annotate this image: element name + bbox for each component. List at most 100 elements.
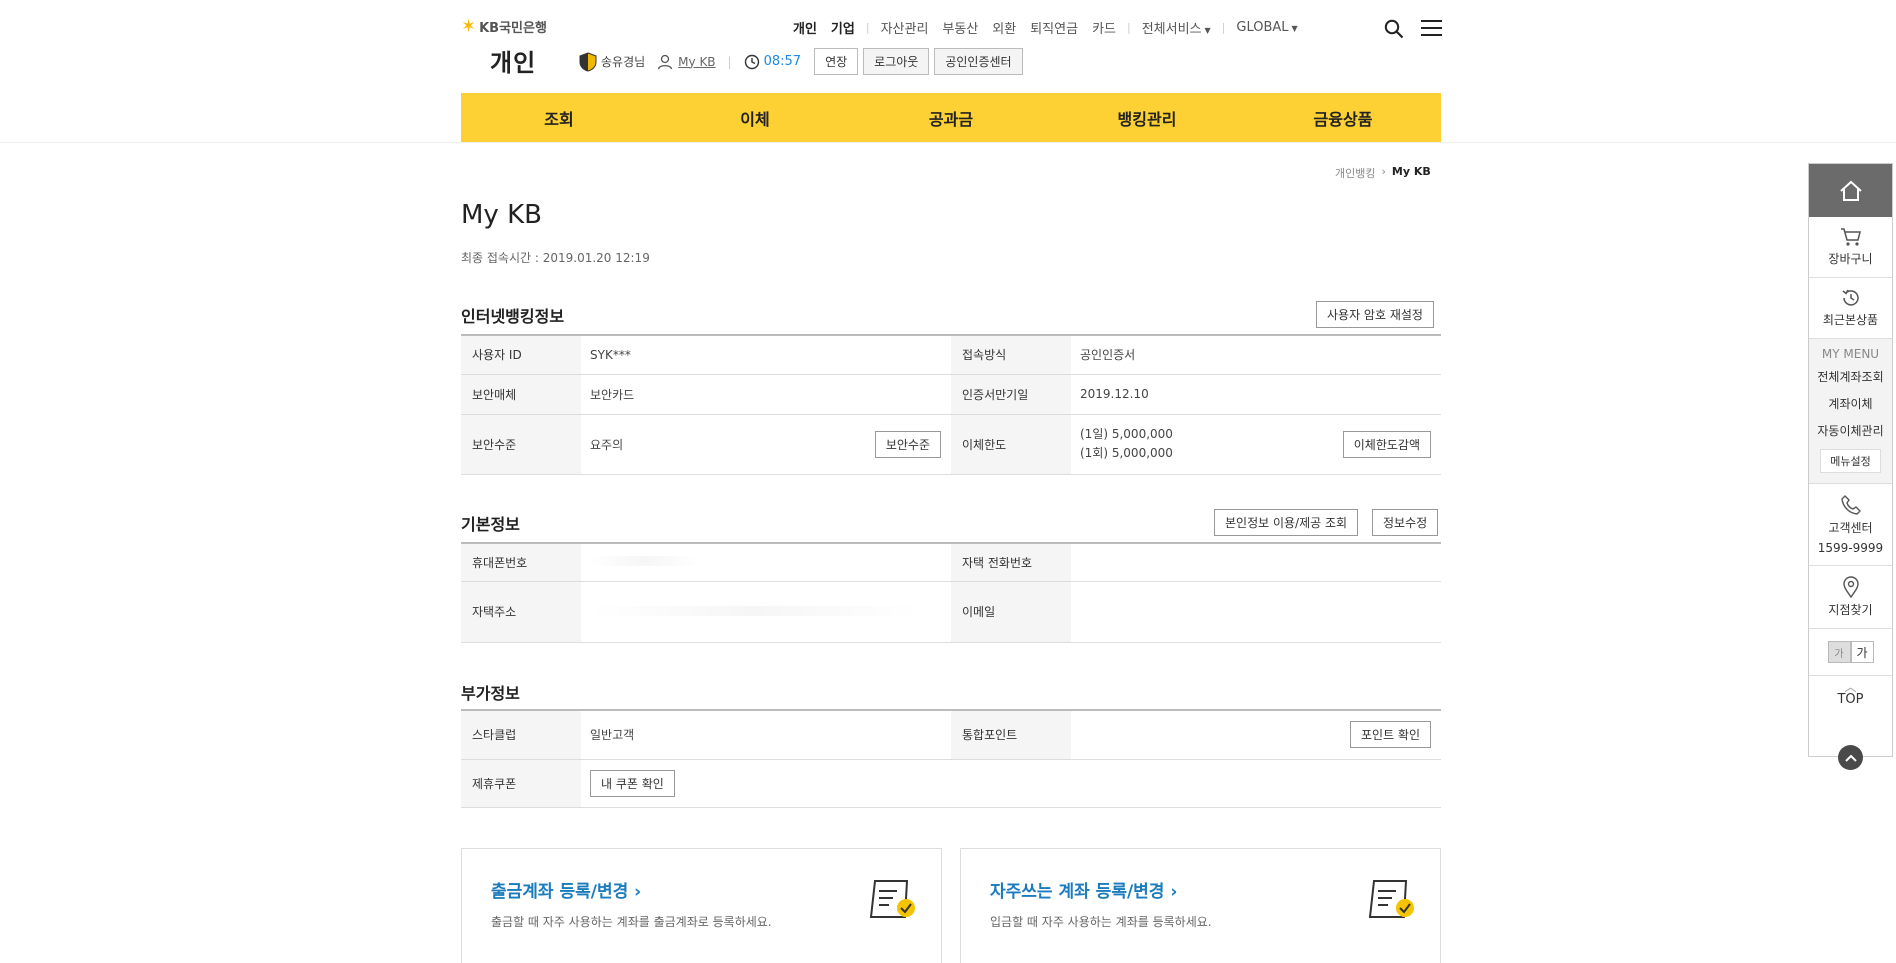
starclub-value: 일반고객 xyxy=(581,710,951,760)
withdraw-account-card[interactable]: 출금계좌 등록/변경 › 출금할 때 자주 사용하는 계좌를 출금계좌로 등록하… xyxy=(461,848,942,963)
mainnav-inquiry[interactable]: 조회 xyxy=(461,106,657,130)
cert-expiry-label: 인증서만기일 xyxy=(951,374,1071,415)
security-level-button[interactable]: 보안수준 xyxy=(874,430,941,458)
points-label: 통합포인트 xyxy=(951,710,1071,760)
session-timer: 08:57 xyxy=(763,54,802,69)
mainnav-banking-mgmt[interactable]: 뱅킹관리 xyxy=(1049,106,1245,130)
cert-expiry-value: 2019.12.10 xyxy=(1071,374,1441,415)
page-title: My KB xyxy=(461,200,542,230)
table-row: 보안수준 요주의 보안수준 이체한도 (1일) 5,000,000 (1회) 5… xyxy=(461,414,1441,475)
edit-info-button[interactable]: 정보수정 xyxy=(1372,509,1439,536)
top-label: TOP xyxy=(1837,692,1864,707)
home-phone-label: 자택 전화번호 xyxy=(951,543,1071,582)
mainnav-transfer[interactable]: 이체 xyxy=(657,106,853,130)
security-level-value: 요주의 xyxy=(590,437,624,452)
find-branch-button[interactable]: 지점찾기 xyxy=(1809,566,1892,629)
chevron-up-icon: ︿ xyxy=(1844,680,1857,694)
mykb-link[interactable]: My KB xyxy=(678,55,715,69)
search-icon[interactable] xyxy=(1384,19,1404,39)
my-menu-link[interactable]: 계좌이체 xyxy=(1809,395,1892,412)
my-menu-heading: MY MENU xyxy=(1821,347,1880,361)
reset-password-button[interactable]: 사용자 암호 재설정 xyxy=(1316,301,1434,328)
customer-center-button[interactable]: 고객센터 1599-9999 xyxy=(1809,484,1892,566)
cert-center-button[interactable]: 공인인증센터 xyxy=(934,48,1023,75)
mobile-label: 휴대폰번호 xyxy=(461,543,581,582)
internet-banking-table: 사용자 ID SYK*** 접속방식 공인인증서 보안매체 보안카드 인증서만기… xyxy=(461,334,1441,475)
recent-products-button[interactable]: 최근본상품 xyxy=(1809,278,1892,339)
divider: | xyxy=(727,54,732,69)
my-menu-section: MY MENU 전체계좌조회 계좌이체 자동이체관리 메뉴설정 xyxy=(1809,339,1892,484)
quick-menu: 장바구니 최근본상품 MY MENU 전체계좌조회 계좌이체 자동이체관리 메뉴… xyxy=(1808,163,1893,757)
coupon-label: 제휴쿠폰 xyxy=(461,759,581,808)
gnb-business[interactable]: 기업 xyxy=(824,18,862,37)
security-media-label: 보안매체 xyxy=(461,374,581,415)
hamburger-menu-icon[interactable] xyxy=(1421,20,1442,37)
logout-button[interactable]: 로그아웃 xyxy=(863,48,930,75)
caret-down-icon: ▼ xyxy=(1204,26,1211,35)
card-title[interactable]: 출금계좌 등록/변경 › xyxy=(491,877,641,902)
scroll-top-button[interactable]: ︿ TOP xyxy=(1809,676,1892,707)
breadcrumb: 개인뱅킹 › My KB xyxy=(1335,165,1431,181)
clock-icon xyxy=(744,54,759,69)
gnb-global-label: GLOBAL xyxy=(1236,20,1289,35)
table-row: 자택주소 이메일 xyxy=(461,581,1441,643)
card-desc: 입금할 때 자주 사용하는 계좌를 등록하세요. xyxy=(990,915,1212,929)
branch-label: 지점찾기 xyxy=(1828,603,1873,617)
mainnav-utility[interactable]: 공과금 xyxy=(853,106,1049,130)
security-media-value: 보안카드 xyxy=(581,374,951,415)
email-label: 이메일 xyxy=(951,581,1071,643)
masked-value xyxy=(590,605,920,616)
gnb-all-services[interactable]: 전체서비스 ▼ xyxy=(1135,18,1218,37)
gnb-pension[interactable]: 퇴직연금 xyxy=(1023,18,1085,37)
frequent-account-card[interactable]: 자주쓰는 계좌 등록/변경 › 입금할 때 자주 사용하는 계좌를 등록하세요. xyxy=(960,848,1441,963)
cart-label: 장바구니 xyxy=(1828,252,1873,266)
check-points-button[interactable]: 포인트 확인 xyxy=(1349,721,1431,749)
menu-settings-button[interactable]: 메뉴설정 xyxy=(1820,449,1881,473)
table-row: 제휴쿠폰 내 쿠폰 확인 xyxy=(461,759,1441,808)
limit-per-day: (1일) 5,000,000 xyxy=(1080,427,1173,441)
global-nav: 개인 기업 | 자산관리 부동산 외환 퇴직연금 카드 | 전체서비스 ▼ | G… xyxy=(786,18,1305,37)
gnb-divider: | xyxy=(1126,21,1131,34)
my-coupon-button[interactable]: 내 쿠폰 확인 xyxy=(590,769,675,797)
my-menu-link[interactable]: 자동이체관리 xyxy=(1809,422,1892,439)
home-button[interactable] xyxy=(1809,164,1892,217)
section-title: 개인 xyxy=(490,49,537,77)
cart-button[interactable]: 장바구니 xyxy=(1809,217,1892,278)
address-label: 자택주소 xyxy=(461,581,581,643)
history-icon xyxy=(1842,289,1859,306)
card-title[interactable]: 자주쓰는 계좌 등록/변경 › xyxy=(990,877,1177,902)
chevron-right-icon: › xyxy=(1381,165,1386,178)
gnb-realestate[interactable]: 부동산 xyxy=(935,18,985,37)
mainnav-products[interactable]: 금융상품 xyxy=(1245,106,1441,130)
home-phone-value xyxy=(1071,543,1441,582)
user-bar: 송유경님 My KB | 08:57 연장 로그아웃 공인인증센터 xyxy=(579,48,1023,75)
extra-info-title: 부가정보 xyxy=(461,684,520,703)
breadcrumb-parent[interactable]: 개인뱅킹 xyxy=(1335,165,1375,181)
scroll-up-circle-icon[interactable] xyxy=(1838,745,1863,770)
kb-logo[interactable]: ✶ KB국민은행 xyxy=(461,17,547,36)
gnb-personal[interactable]: 개인 xyxy=(786,18,824,37)
font-small-button[interactable]: 가 xyxy=(1827,641,1851,663)
gnb-card[interactable]: 카드 xyxy=(1085,18,1123,37)
consent-inquiry-button[interactable]: 본인정보 이용/제공 조회 xyxy=(1214,509,1359,536)
basic-info-title: 기본정보 xyxy=(461,515,520,534)
gnb-all-services-label: 전체서비스 xyxy=(1141,22,1202,37)
table-row: 사용자 ID SYK*** 접속방식 공인인증서 xyxy=(461,335,1441,375)
reduce-limit-button[interactable]: 이체한도감액 xyxy=(1342,430,1431,458)
my-menu-link[interactable]: 전체계좌조회 xyxy=(1809,368,1892,385)
location-pin-icon xyxy=(1842,576,1859,599)
gnb-global[interactable]: GLOBAL ▼ xyxy=(1229,20,1304,35)
access-method-label: 접속방식 xyxy=(951,335,1071,375)
gnb-forex[interactable]: 외환 xyxy=(985,18,1023,37)
extend-session-button[interactable]: 연장 xyxy=(814,48,859,75)
masked-value xyxy=(590,556,700,567)
logo-text: KB국민은행 xyxy=(479,21,547,36)
font-large-button[interactable]: 가 xyxy=(1850,641,1874,663)
phone-icon xyxy=(1840,495,1861,515)
document-check-icon xyxy=(1368,880,1414,918)
gnb-asset[interactable]: 자산관리 xyxy=(874,18,936,37)
breadcrumb-current: My KB xyxy=(1391,165,1431,178)
gnb-divider: | xyxy=(1221,21,1226,34)
table-row: 스타클럽 일반고객 통합포인트 포인트 확인 xyxy=(461,710,1441,760)
user-id-value: SYK*** xyxy=(581,335,951,375)
